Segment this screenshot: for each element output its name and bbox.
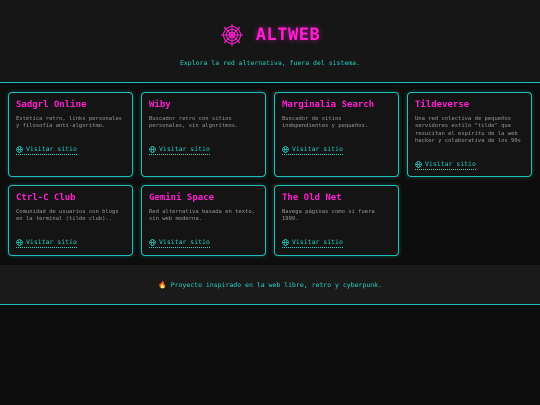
site-tagline: Explora la red alternativa, fuera del si… xyxy=(179,59,360,67)
globe-icon xyxy=(282,146,289,153)
site-card: The Old Net Navega páginas como si fuera… xyxy=(274,185,399,256)
visit-site-link[interactable]: Visitar sitio xyxy=(16,238,77,249)
card-description: Buscador retro con sitios personales, si… xyxy=(149,116,239,130)
visit-site-label: Visitar sitio xyxy=(26,238,77,247)
site-card: Gemini Space Red alternativa basada en t… xyxy=(141,185,266,256)
card-description: Comunidad de usuarios con blogs en la te… xyxy=(16,209,119,223)
site-card: Wiby Buscador retro con sitios personale… xyxy=(141,92,266,177)
card-title: Marginalia Search xyxy=(282,100,375,110)
globe-icon xyxy=(415,160,422,168)
footer-text: Proyecto inspirado en la web libre, retr… xyxy=(170,280,383,289)
globe-icon xyxy=(282,239,289,246)
visit-site-link[interactable]: Visitar sitio xyxy=(282,238,343,249)
site-card: Marginalia Search Buscador de sitios ind… xyxy=(274,92,399,177)
site-footer: 🔥 Proyecto inspirado en la web libre, re… xyxy=(0,265,540,305)
site-card: Tildeverse Una red colectiva de pequeños… xyxy=(407,92,532,177)
globe-icon xyxy=(149,146,156,153)
visit-site-label: Visitar sitio xyxy=(159,238,210,247)
spider-web-icon xyxy=(220,24,243,46)
card-description: Navega páginas como si fuera 1999. xyxy=(282,209,375,223)
site-card-grid: Sadgrl Online Estética retro, links pers… xyxy=(8,92,532,256)
card-description: Estética retro, links personales y filos… xyxy=(16,116,122,130)
visit-site-link[interactable]: Visitar sitio xyxy=(149,238,210,249)
card-title: Wiby xyxy=(149,100,171,110)
site-title: ALTWEB xyxy=(255,25,321,45)
card-title: Sadgrl Online xyxy=(16,100,87,110)
visit-site-label: Visitar sitio xyxy=(292,238,343,247)
brand: ALTWEB xyxy=(0,22,540,48)
globe-icon xyxy=(16,146,23,153)
card-description: Red alternativa basada en texto, sin web… xyxy=(149,209,255,223)
fire-icon: 🔥 xyxy=(157,280,167,289)
visit-site-label: Visitar sitio xyxy=(292,145,343,154)
card-title: The Old Net xyxy=(282,193,342,203)
site-card: Ctrl-C Club Comunidad de usuarios con bl… xyxy=(8,185,133,256)
globe-icon xyxy=(149,239,156,246)
card-title: Tildeverse xyxy=(415,100,470,110)
card-description: Una red colectiva de pequeños servidores… xyxy=(415,116,521,145)
visit-site-label: Visitar sitio xyxy=(26,145,77,154)
visit-site-link[interactable]: Visitar sitio xyxy=(282,145,343,156)
card-title: Ctrl-C Club xyxy=(16,193,76,203)
site-card: Sadgrl Online Estética retro, links pers… xyxy=(8,92,133,177)
visit-site-link[interactable]: Visitar sitio xyxy=(16,145,77,156)
visit-site-link[interactable]: Visitar sitio xyxy=(415,160,476,171)
visit-site-label: Visitar sitio xyxy=(159,145,210,154)
visit-site-link[interactable]: Visitar sitio xyxy=(149,145,210,156)
globe-icon xyxy=(16,239,23,246)
site-header: ALTWEB Explora la red alternativa, fuera… xyxy=(0,0,540,83)
visit-site-label: Visitar sitio xyxy=(425,160,476,169)
card-title: Gemini Space xyxy=(149,193,215,203)
card-description: Buscador de sitios independientes y pequ… xyxy=(282,116,369,130)
